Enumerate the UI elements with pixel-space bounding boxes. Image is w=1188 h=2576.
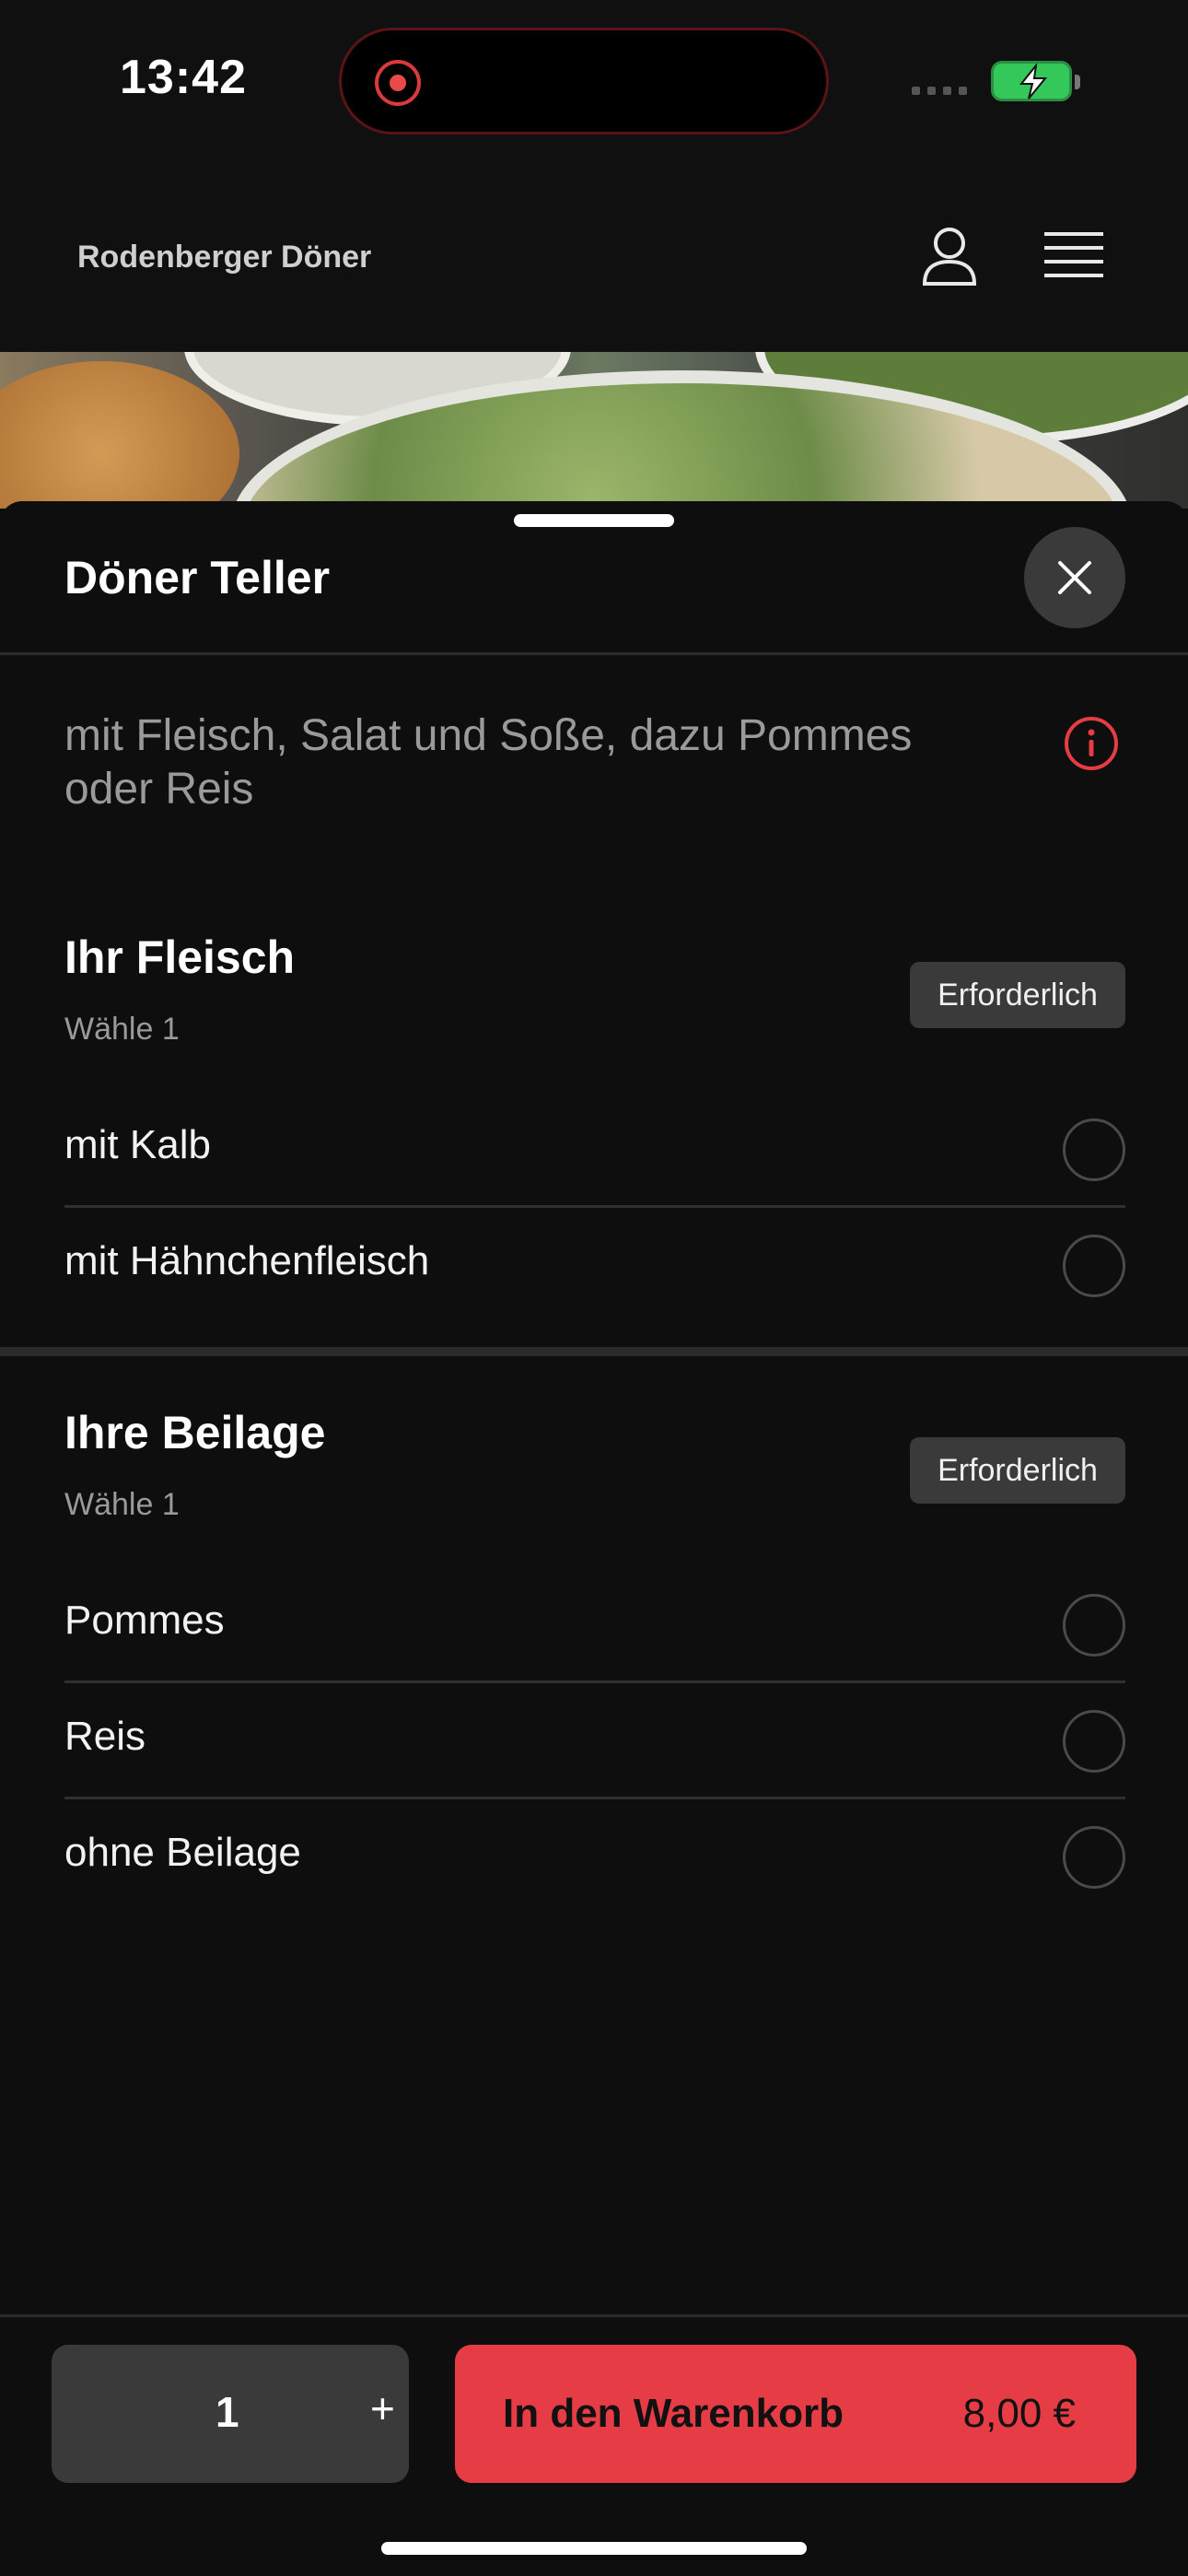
- radio-button[interactable]: [1063, 1118, 1125, 1181]
- close-button[interactable]: [1024, 527, 1125, 628]
- option-label: ohne Beilage: [64, 1830, 301, 1875]
- section-separator: [0, 1347, 1188, 1356]
- option-label: mit Hähnchenfleisch: [64, 1238, 430, 1283]
- option-ohne-beilage[interactable]: ohne Beilage: [64, 1797, 1125, 1913]
- header-divider: [0, 652, 1188, 655]
- option-label: Reis: [64, 1714, 146, 1759]
- home-indicator[interactable]: [381, 2542, 807, 2555]
- quantity-stepper[interactable]: 1 +: [52, 2345, 409, 2483]
- quantity-value: 1: [215, 2388, 239, 2436]
- record-icon: [375, 60, 421, 106]
- option-mit-haehnchenfleisch[interactable]: mit Hähnchenfleisch: [64, 1205, 1125, 1321]
- sheet-grabber[interactable]: [514, 514, 674, 527]
- option-label: Pommes: [64, 1598, 225, 1643]
- option-mit-kalb[interactable]: mit Kalb: [64, 1089, 1125, 1205]
- product-title: Döner Teller: [64, 552, 331, 603]
- user-icon[interactable]: [917, 223, 982, 287]
- checkout-bar: 1 + In den Warenkorb 8,00 €: [0, 2314, 1188, 2576]
- section-subtitle-side: Wähle 1: [64, 1487, 180, 1522]
- add-to-cart-button[interactable]: In den Warenkorb 8,00 €: [455, 2345, 1136, 2483]
- product-image: [0, 352, 1188, 509]
- radio-button[interactable]: [1063, 1710, 1125, 1773]
- status-bar: 13:42: [0, 0, 1188, 157]
- option-label: mit Kalb: [64, 1122, 211, 1167]
- battery-icon: [991, 61, 1080, 101]
- radio-button[interactable]: [1063, 1826, 1125, 1889]
- section-subtitle-meat: Wähle 1: [64, 1012, 180, 1047]
- add-to-cart-label: In den Warenkorb: [503, 2391, 844, 2436]
- close-icon: [1058, 561, 1091, 594]
- section-title-side: Ihre Beilage: [64, 1407, 326, 1458]
- cart-price: 8,00 €: [962, 2391, 1076, 2436]
- app-header: Rodenberger Döner: [0, 157, 1188, 352]
- radio-button[interactable]: [1063, 1235, 1125, 1297]
- product-sheet: Döner Teller mit Fleisch, Salat und Soße…: [0, 501, 1188, 2576]
- info-icon[interactable]: [1063, 715, 1120, 772]
- option-pommes[interactable]: Pommes: [64, 1564, 1125, 1680]
- radio-button[interactable]: [1063, 1594, 1125, 1657]
- section-title-meat: Ihr Fleisch: [64, 931, 296, 983]
- product-description: mit Fleisch, Salat und Soße, dazu Pommes…: [64, 711, 913, 814]
- required-badge-meat: Erforderlich: [910, 962, 1125, 1028]
- required-badge-side: Erforderlich: [910, 1437, 1125, 1504]
- menu-icon[interactable]: [1044, 230, 1103, 282]
- brand-name[interactable]: Rodenberger Döner: [77, 240, 371, 275]
- dynamic-island: [339, 28, 829, 135]
- quantity-plus-button[interactable]: +: [370, 2383, 395, 2433]
- option-reis[interactable]: Reis: [64, 1680, 1125, 1797]
- signal-icon: [912, 87, 967, 95]
- status-time: 13:42: [120, 51, 247, 104]
